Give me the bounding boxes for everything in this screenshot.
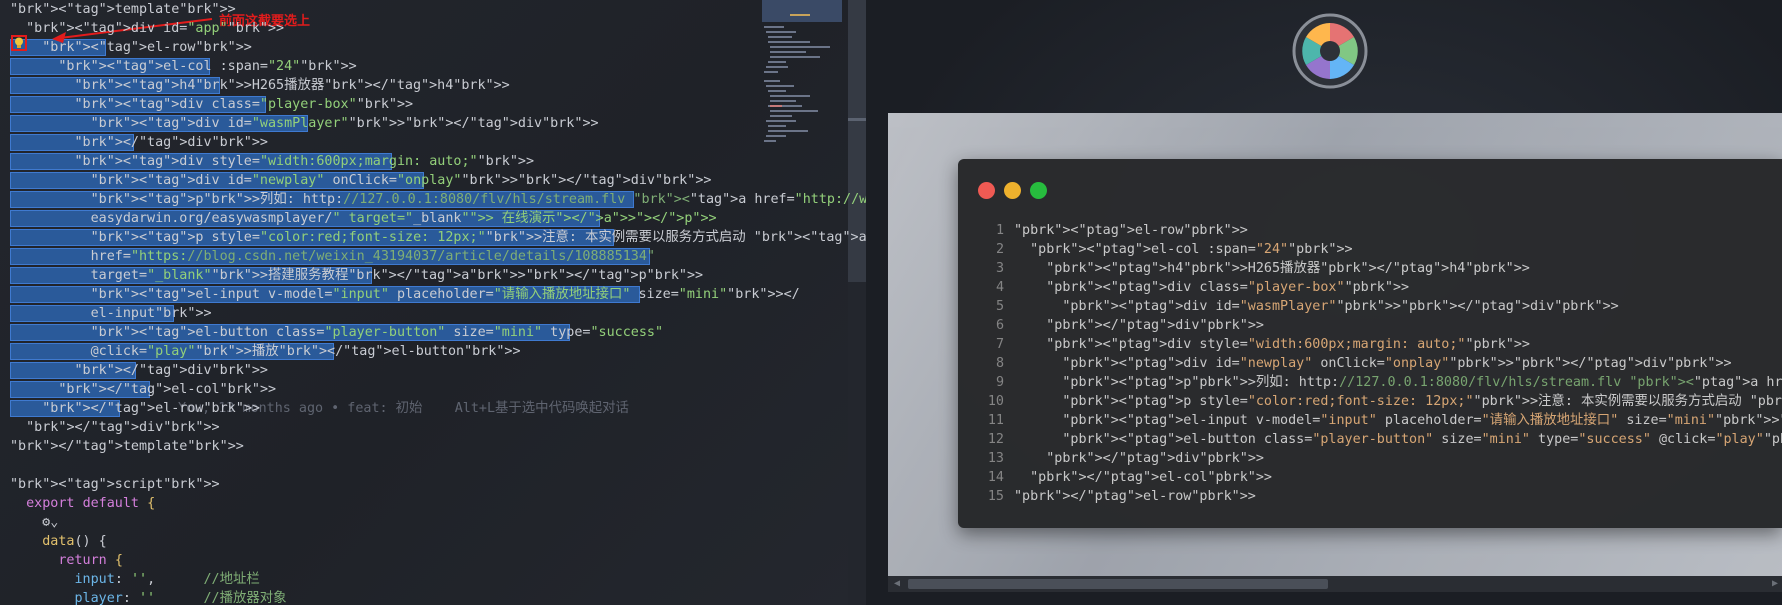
code-line-text: easydarwin.org/easywasmplayer/" target="… [10,211,717,226]
code-line-text: "brk"><"tag">p style="color:red;font-siz… [90,230,866,245]
code-line-text: "brk"><"tag">div class="player-box""brk"… [74,97,414,112]
code-line[interactable]: "brk"></"tag">div"brk">> [10,133,866,152]
code-line[interactable]: "brk"><"tag">div id="wasmPlayer""brk">>"… [10,114,866,133]
code-line-text: "brk"><"tag">div id="app""brk">> [26,21,285,36]
code-line-text: data() { [42,534,107,549]
minimize-dot-icon [1004,182,1021,199]
preview-code-line: 15 "pbrk"></"ptag">el-row"pbrk">> [987,489,1256,504]
code-line[interactable]: return { [10,551,866,570]
preview-code-line: 4 "pbrk"><"ptag">div class="player-box""… [995,280,1410,295]
code-line-text: "brk"><"tag">el-row"brk">> [42,40,252,55]
code-line[interactable]: href="https://blog.csdn.net/weixin_43194… [10,247,866,266]
code-line[interactable]: "brk"><"tag">div id="newplay" onClick="o… [10,171,866,190]
code-line[interactable]: "brk"></"tag">div"brk">> [10,361,866,380]
code-line[interactable]: export default { [10,494,866,513]
code-line-text: ⚙⌄ [10,515,59,530]
code-line-text: "brk"><"tag">script"brk">> [10,477,220,492]
code-line-text: "brk"><"tag">el-col :span="24""brk">> [58,59,357,74]
code-line-text: "brk"></"tag">el-col"brk">> [58,382,277,397]
code-line[interactable]: "brk"><"tag">el-row"brk">> [10,38,866,57]
code-window: 1 "pbrk"><"ptag">el-row"pbrk">> 2 "pbrk"><… [958,159,1782,528]
preview-code-line: 7 "pbrk"><"ptag">div style="width:600px;… [995,337,1530,352]
preview-code-line: 5 "pbrk"><"ptag">div id="wasmPlayer""pbr… [995,299,1619,314]
code-line-text: target="_blank""brk">>搭建服务教程"brk"></"tag… [10,268,704,283]
code-line[interactable] [10,456,866,475]
code-line-text: "brk"></"tag">el-row"brk">> [42,401,260,416]
code-line-text: "brk"><"tag">div style="width:600px;marg… [74,154,535,169]
preview-code-line: 11 "pbrk"><"ptag">el-input v-model="inpu… [987,413,1782,428]
preview-code-line: 1 "pbrk"><"ptag">el-row"pbrk">> [995,223,1248,238]
code-line-text: "brk"></"tag">div"brk">> [74,363,269,378]
scroll-right-icon[interactable]: ▶ [1772,578,1778,589]
code-line-text: player: '' //播放器对象 [74,591,287,605]
code-line[interactable]: el-input"brk">> [10,304,866,323]
code-line-text: el-input"brk">> [10,306,212,321]
code-line[interactable]: "brk"><"tag">div style="width:600px;marg… [10,152,866,171]
preview-code-line: 14 "pbrk"></"ptag">el-col"pbrk">> [987,470,1272,485]
preview-code-lines: 1 "pbrk"><"ptag">el-row"pbrk">> 2 "pbrk"><… [980,221,1782,506]
code-line[interactable]: input: '', //地址栏 [10,570,866,589]
vertical-scrollbar[interactable] [848,0,866,605]
code-line[interactable]: "brk"><"tag">div id="app""brk">> [10,19,866,38]
close-dot-icon [978,182,995,199]
preview-code-line: 8 "pbrk"><"ptag">div id="newplay" onClic… [995,356,1732,371]
code-line-text: "brk"></"tag">div"brk">> [26,420,220,435]
code-line-text: @click="play""brk">>播放"brk"></"tag">el-b… [10,344,521,359]
preview-code-line: 10 "pbrk"><"ptag">p style="color:red;fon… [987,394,1782,409]
code-line-text: "brk"><"tag">h4"brk">>H265播放器"brk"></"ta… [74,78,510,93]
code-line[interactable]: easydarwin.org/easywasmplayer/" target="… [10,209,866,228]
screenshot-frame: 1 "pbrk"><"ptag">el-row"pbrk">> 2 "pbrk"><… [888,113,1782,576]
scrollbar-marker [848,118,866,121]
code-line[interactable]: "brk"><"tag">p"brk">>列如: http://127.0.0.… [10,190,866,209]
code-line[interactable]: @click="play""brk">>播放"brk"></"tag">el-b… [10,342,866,361]
code-line-text: return { [58,553,123,568]
horizontal-scroll-thumb[interactable] [908,579,1328,589]
preview-code-line: 2 "pbrk"><"ptag">el-col :span="24""pbrk"… [995,242,1353,257]
preview-code-line: 3 "pbrk"><"ptag">h4"pbrk">>H265播放器"pbrk"… [995,261,1530,276]
minimap[interactable] [760,0,845,190]
code-line-text: input: '', //地址栏 [74,572,260,587]
preview-code-line: 12 "pbrk"><"ptag">el-button class="playe… [987,432,1782,447]
code-line-text: "brk"><"tag">el-input v-model="input" pl… [90,287,800,302]
maximize-dot-icon [1030,182,1047,199]
code-line[interactable]: "brk"></"tag">el-col"brk">> [10,380,866,399]
code-line[interactable]: data() { [10,532,866,551]
horizontal-scrollbar[interactable]: ◀ ▶ [888,576,1782,592]
code-line[interactable]: "brk"><"tag">template"brk">> [10,0,866,19]
code-line-text: "brk"></"tag">template"brk">> [10,439,244,454]
scroll-left-icon[interactable]: ◀ [894,578,900,589]
code-line-text: "brk"><"tag">div id="wasmPlayer""brk">>"… [90,116,599,131]
preview-code-line: 13 "pbrk"></"ptag">div"pbrk">> [987,451,1264,466]
preview-code-line: 9 "pbrk"><"ptag">p"pbrk">>列如: http://127… [995,375,1782,390]
code-line[interactable]: target="_blank""brk">>搭建服务教程"brk"></"tag… [10,266,866,285]
code-line[interactable]: "brk"><"tag">div class="player-box""brk"… [10,95,866,114]
code-line[interactable]: "brk"><"tag">el-button class="player-but… [10,323,866,342]
code-line-text: "brk"><"tag">template"brk">> [10,2,236,17]
code-line-text: href="https://blog.csdn.net/weixin_43194… [10,249,655,264]
code-line[interactable]: "brk"></"tag">div"brk">> [10,418,866,437]
code-line[interactable]: "brk"><"tag">h4"brk">>H265播放器"brk"></"ta… [10,76,866,95]
code-line[interactable]: "brk"><"tag">p style="color:red;font-siz… [10,228,866,247]
code-editor[interactable]: "brk"><"tag">template"brk">> "brk"><"tag… [0,0,866,605]
code-line[interactable]: "brk"></"tag">template"brk">> [10,437,866,456]
code-line[interactable]: "brk"><"tag">el-col :span="24""brk">> [10,57,866,76]
code-line-text: "brk"><"tag">p"brk">>列如: http://127.0.0.… [90,192,866,207]
code-line-text: export default { [26,496,156,511]
aperture-logo-icon [1292,13,1368,89]
code-line-text: "brk"></"tag">div"brk">> [74,135,269,150]
code-lines[interactable]: "brk"><"tag">template"brk">> "brk"><"tag… [10,0,866,605]
code-screenshot-preview: 1 "pbrk"><"ptag">el-row"pbrk">> 2 "pbrk"><… [866,0,1782,605]
code-line-text: "brk"><"tag">el-button class="player-but… [90,325,664,340]
code-line[interactable]: player: '' //播放器对象 [10,589,866,605]
code-line[interactable]: "brk"><"tag">el-input v-model="input" pl… [10,285,866,304]
preview-code-line: 6 "pbrk"></"ptag">div"pbrk">> [995,318,1264,333]
code-line[interactable]: ⚙⌄ [10,513,866,532]
code-line[interactable]: "brk"><"tag">script"brk">> [10,475,866,494]
code-line-text: "brk"><"tag">div id="newplay" onClick="o… [90,173,712,188]
